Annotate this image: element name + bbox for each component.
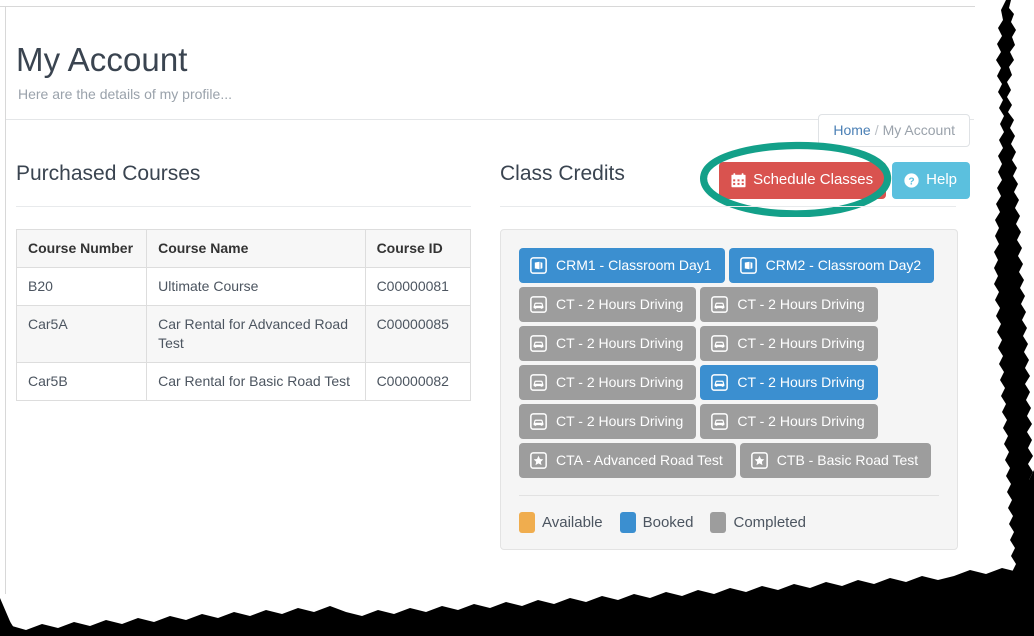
legend-divider [519,495,939,496]
breadcrumb: Home / My Account [818,114,970,147]
class-credit-button[interactable]: CT - 2 Hours Driving [519,404,697,439]
purchased-courses-title: Purchased Courses [16,162,201,185]
class-credit-label: CT - 2 Hours Driving [556,374,684,390]
table-header-row: Course Number Course Name Course ID [15,229,472,268]
legend-item: Available [519,512,603,533]
cell-course-number: Car5A [15,305,148,363]
legend-swatch-completed [710,512,727,533]
page-root: My Account Here are the details of my pr… [0,0,1034,636]
legend-swatch-booked [619,512,636,533]
class-credit-label: CRM1 - Classroom Day1 [556,257,712,273]
class-credit-button[interactable]: CT - 2 Hours Driving [700,404,878,439]
class-credit-label: CT - 2 Hours Driving [556,296,684,312]
legend-label: Booked [642,514,694,531]
class-credit-row: CT - 2 Hours Driving CT - 2 Hours Driving [519,287,939,322]
breadcrumb-item-current: My Account [882,122,955,138]
class-credit-row: CTA - Advanced Road Test CTB - Basic Road… [519,443,939,478]
class-credit-row: CT - 2 Hours Driving CT - 2 Hours Driving [519,326,939,361]
car-icon [530,295,547,313]
purchased-courses-table: Course Number Course Name Course ID B20 … [15,229,472,401]
column-header-course-id: Course ID [364,229,472,268]
car-icon [711,334,729,352]
class-credits-panel: CRM1 - Classroom Day1 CRM2 - Classroom Da… [500,229,958,550]
breadcrumb-separator: / [874,122,879,138]
class-credit-button[interactable]: CRM2 - Classroom Day2 [728,248,935,283]
class-credit-button[interactable]: CTA - Advanced Road Test [519,443,736,478]
cell-course-id: C00000081 [364,267,472,306]
purchased-courses-divider [16,206,471,207]
class-credit-label: CRM2 - Classroom Day2 [765,257,922,273]
table-row: Car5B Car Rental for Basic Road Test C00… [15,362,472,401]
legend-swatch-available [519,512,535,533]
star-icon [530,451,547,469]
class-credit-label: CT - 2 Hours Driving [556,413,684,429]
class-credit-row: CRM1 - Classroom Day1 CRM2 - Classroom Da… [519,248,939,283]
car-icon [711,373,729,391]
cell-course-number: Car5B [15,362,148,401]
table-row: Car5A Car Rental for Advanced Road Test … [15,305,472,363]
classroom-icon [739,256,757,274]
class-credit-label: CT - 2 Hours Driving [737,335,865,351]
column-header-course-name: Course Name [146,229,366,268]
class-credit-button[interactable]: CT - 2 Hours Driving [700,326,878,361]
class-credit-button[interactable]: CRM1 - Classroom Day1 [519,248,725,283]
cell-course-id: C00000085 [364,305,472,363]
purchased-courses-section: Purchased Courses Course Number Course N… [15,160,472,401]
legend-item: Completed [710,512,806,533]
car-icon [711,295,729,313]
torn-paper-edge-bottom [0,566,1034,636]
class-credit-label: CTB - Basic Road Test [776,452,919,468]
page-subtitle: Here are the details of my profile... [18,86,232,102]
star-icon [750,451,768,469]
class-credit-button[interactable]: CT - 2 Hours Driving [700,287,878,322]
class-credits-legend: Available Booked Completed [519,512,939,533]
page-title: My Account [16,41,188,78]
class-credit-label: CTA - Advanced Road Test [556,452,723,468]
class-credit-button[interactable]: CTB - Basic Road Test [739,443,932,478]
class-credit-button[interactable]: CT - 2 Hours Driving [700,365,878,400]
class-credit-button[interactable]: CT - 2 Hours Driving [519,287,697,322]
cell-course-number: B20 [15,267,148,306]
legend-item: Booked [619,512,694,533]
class-credit-row: CT - 2 Hours Driving CT - 2 Hours Driving [519,404,939,439]
class-credits-divider [500,206,956,207]
cell-course-id: C00000082 [364,362,472,401]
page-header: My Account Here are the details of my pr… [16,40,956,102]
class-credit-label: CT - 2 Hours Driving [737,296,865,312]
table-row: B20 Ultimate Course C00000081 [15,267,472,306]
legend-label: Completed [733,514,807,531]
class-credits-grid: CRM1 - Classroom Day1 CRM2 - Classroom Da… [519,248,939,478]
legend-label: Available [542,514,603,531]
classroom-icon [530,256,547,274]
class-credits-title: Class Credits [500,162,625,185]
class-credit-label: CT - 2 Hours Driving [737,374,865,390]
cell-course-name: Car Rental for Basic Road Test [146,362,366,401]
breadcrumb-item-home[interactable]: Home [833,122,870,138]
class-credits-section: Class Credits CRM1 - Classroom Day1 CRM2 … [500,160,958,550]
class-credit-label: CT - 2 Hours Driving [737,413,865,429]
frame-left-border [5,6,6,594]
class-credit-label: CT - 2 Hours Driving [556,335,684,351]
column-header-course-number: Course Number [15,229,148,268]
car-icon [530,334,547,352]
car-icon [530,412,547,430]
torn-paper-edge-right [994,0,1034,636]
cell-course-name: Ultimate Course [146,267,366,306]
car-icon [530,373,547,391]
car-icon [711,412,729,430]
cell-course-name: Car Rental for Advanced Road Test [146,305,366,363]
class-credit-button[interactable]: CT - 2 Hours Driving [519,326,697,361]
class-credit-button[interactable]: CT - 2 Hours Driving [519,365,697,400]
frame-top-border [0,6,975,7]
class-credit-row: CT - 2 Hours Driving CT - 2 Hours Driving [519,365,939,400]
